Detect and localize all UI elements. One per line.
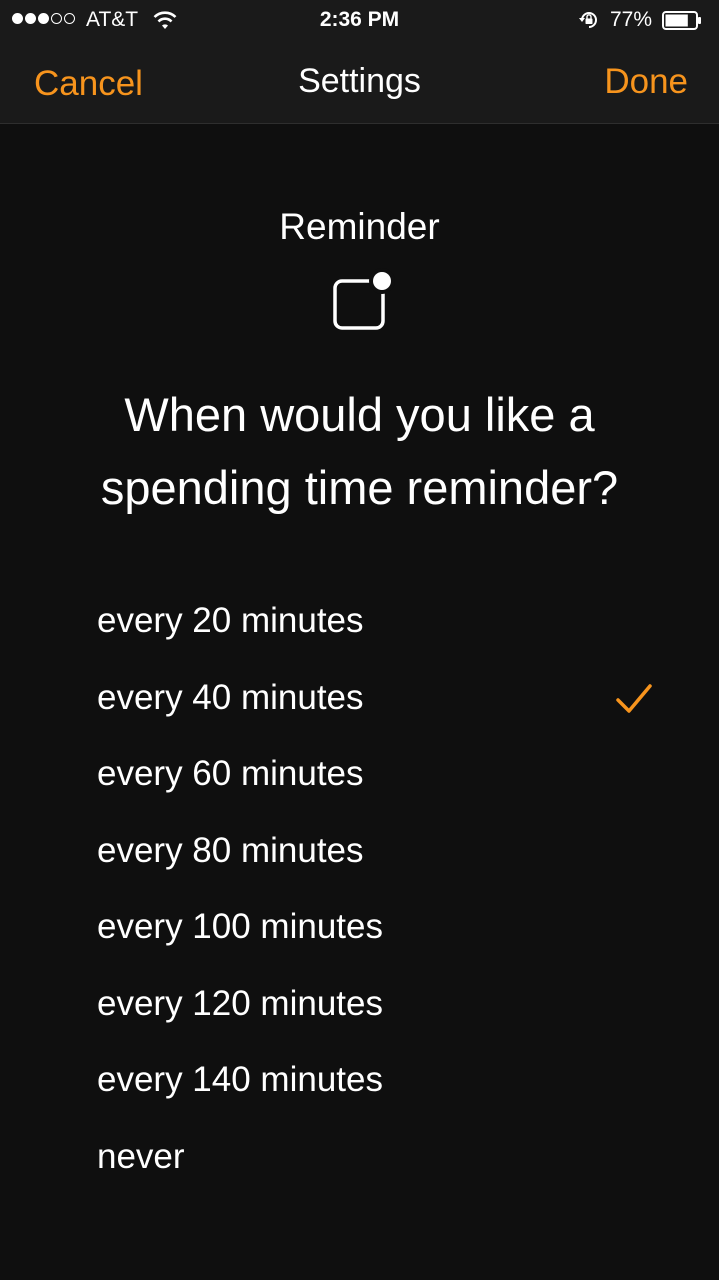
option-label: every 60 minutes [97,754,364,793]
option-label: every 100 minutes [97,907,383,946]
option-every-60-minutes[interactable]: every 60 minutes [0,738,719,815]
reminder-question: When would you like a spending time remi… [100,388,619,514]
option-every-120-minutes[interactable]: every 120 minutes [0,968,719,1045]
option-label: every 20 minutes [97,601,364,640]
checkmark-icon [616,683,652,713]
option-never[interactable]: never [0,1121,719,1198]
rotation-lock-icon [579,12,597,28]
option-label: every 120 minutes [97,983,383,1023]
option-label: every 80 minutes [97,830,364,870]
option-every-100-minutes[interactable]: every 100 minutes [0,891,719,968]
option-every-20-minutes[interactable]: every 20 minutes [0,585,719,662]
option-label: every 40 minutes [97,677,364,717]
notification-badge-icon [333,268,395,330]
nav-bar: Cancel Settings Done [0,40,719,124]
option-every-140-minutes[interactable]: every 140 minutes [0,1044,719,1121]
status-bar: AT&T 2:36 PM 77% [0,0,719,40]
section-title: Reminder [279,206,440,247]
reminder-options-list: every 20 minutes every 40 minutes every … [0,585,719,1197]
option-every-80-minutes[interactable]: every 80 minutes [0,815,719,892]
option-every-40-minutes[interactable]: every 40 minutes [0,662,719,739]
done-button[interactable]: Done [604,62,688,102]
battery-percentage: 77% [610,8,653,31]
option-label: never [97,1136,185,1176]
battery-icon [662,11,701,30]
option-label: every 140 minutes [97,1060,383,1099]
